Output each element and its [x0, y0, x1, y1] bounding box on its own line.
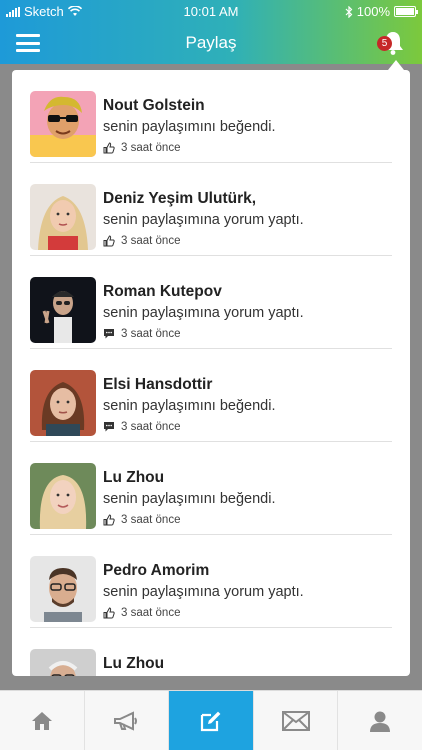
notification-item[interactable]: Lu Zhou senin paylaşımını beğendi. 3 saa… [30, 442, 392, 535]
dropdown-caret [388, 60, 404, 70]
notification-meta: 3 saat önce [103, 421, 180, 433]
avatar [30, 184, 96, 250]
notification-name: Nout Golstein [103, 97, 205, 114]
notification-time: 3 saat önce [121, 514, 181, 526]
notification-action: senin paylaşımını beğendi. [103, 398, 276, 414]
page-title: Paylaş [185, 33, 237, 52]
notification-action: senin paylaşımını beğendi. [103, 491, 276, 507]
bottom-tab-bar [0, 690, 422, 750]
avatar [30, 556, 96, 622]
notification-meta: 3 saat önce [103, 328, 180, 340]
battery-icon [394, 6, 418, 17]
megaphone-icon [114, 710, 138, 731]
tab-home[interactable] [0, 691, 85, 750]
avatar [30, 277, 96, 343]
notification-item[interactable]: Roman Kutepov senin paylaşımına yorum ya… [30, 256, 392, 349]
battery-percent: 100% [356, 4, 390, 19]
comment-icon [104, 422, 114, 432]
notification-name: Lu Zhou [103, 655, 165, 672]
notification-name: Deniz Yeşim Ulutürk, [103, 190, 257, 207]
notifications-panel[interactable]: Nout Golstein senin paylaşımını beğendi.… [12, 70, 410, 676]
notification-meta: 3 saat önce [103, 235, 180, 247]
avatar [30, 91, 96, 157]
thumbs-up-icon [103, 142, 115, 154]
notification-action: senin paylaşımına yorum yaptı. [103, 305, 304, 321]
bluetooth-icon [345, 5, 353, 18]
thumbs-up-icon [103, 235, 115, 247]
notification-time: 3 saat önce [121, 607, 181, 619]
notification-item[interactable]: Deniz Yeşim Ulutürk, senin paylaşımına y… [30, 163, 392, 256]
tab-announcements[interactable] [85, 691, 170, 750]
notification-meta: 3 saat önce [103, 607, 180, 619]
notification-time: 3 saat önce [121, 328, 181, 340]
avatar [30, 463, 96, 529]
notification-meta: 3 saat önce [103, 514, 180, 526]
home-icon [31, 711, 52, 730]
notification-time: 3 saat önce [121, 142, 181, 154]
avatar [30, 370, 96, 436]
thumbs-up-icon [103, 514, 115, 526]
notification-name: Lu Zhou [103, 469, 165, 486]
comment-icon [104, 329, 114, 339]
notification-action: senin paylaşımına yorum yaptı. [103, 584, 304, 600]
notification-item[interactable]: Nout Golstein senin paylaşımını beğendi.… [30, 70, 392, 163]
app-header: Sketch 10:01 AM 100% Paylaş 5 [0, 0, 422, 64]
notification-item[interactable]: Pedro Amorim senin paylaşımına yorum yap… [30, 535, 392, 628]
tab-profile[interactable] [338, 691, 422, 750]
thumbs-up-icon [103, 607, 115, 619]
notification-action: senin paylaşımını beğendi. [103, 119, 276, 135]
notification-name: Elsi Hansdottir [103, 376, 213, 393]
notification-item[interactable]: Lu Zhou [30, 628, 392, 676]
notification-item[interactable]: Elsi Hansdottir senin paylaşımını beğend… [30, 349, 392, 442]
notification-badge: 5 [377, 36, 392, 51]
mail-icon [281, 710, 310, 731]
notification-meta: 3 saat önce [103, 142, 180, 154]
status-bar: Sketch 10:01 AM 100% [0, 0, 422, 22]
notification-name: Roman Kutepov [103, 283, 222, 300]
compose-icon [200, 711, 221, 731]
profile-icon [370, 711, 391, 732]
tab-compose[interactable] [169, 691, 254, 750]
notification-name: Pedro Amorim [103, 562, 210, 579]
notification-time: 3 saat önce [121, 235, 181, 247]
tab-messages[interactable] [254, 691, 339, 750]
notification-time: 3 saat önce [121, 421, 181, 433]
notification-action: senin paylaşımına yorum yaptı. [103, 212, 304, 228]
avatar [30, 649, 96, 676]
